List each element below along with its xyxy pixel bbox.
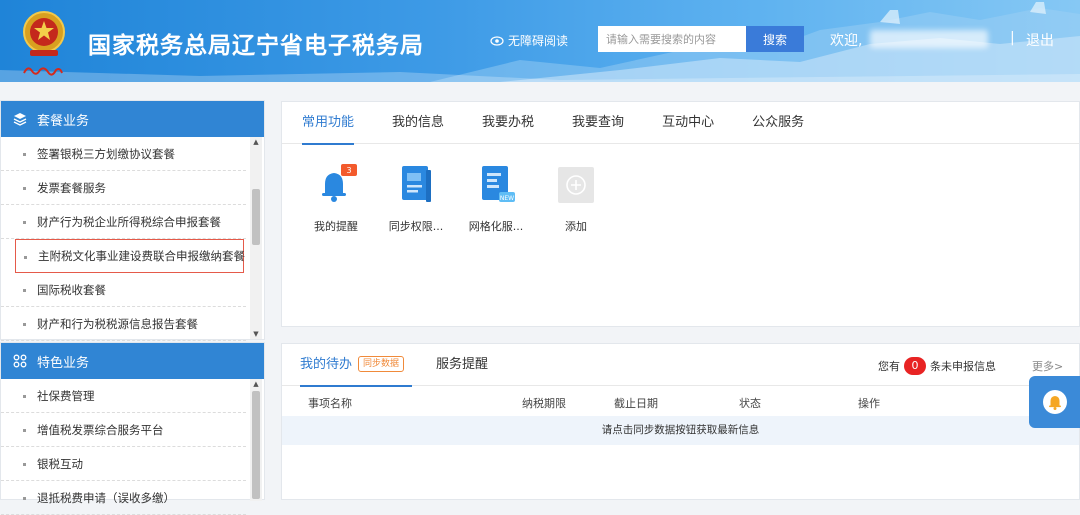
menu-item-tax-refund-offset[interactable]: 退抵税费申请（误收多缴） — [1, 481, 246, 515]
tab-my-info[interactable]: 我的信息 — [392, 102, 463, 144]
special-menu-list: 社保费管理 增值税发票综合服务平台 银税互动 退抵税费申请（误收多缴） — [1, 379, 264, 515]
unreported-suffix: 条未申报信息 — [930, 360, 996, 373]
special-business-header[interactable]: 特色业务 — [1, 343, 264, 379]
menu-item-social-security[interactable]: 社保费管理 — [1, 379, 246, 413]
tab-my-todo-label: 我的待办 — [300, 357, 353, 372]
function-shortcuts: 3 我的提醒 同步权限... NEW 网格化服... 添加 — [296, 162, 616, 234]
logout-link[interactable]: 退出 — [1026, 30, 1054, 50]
unreported-info: 您有 0 条未申报信息 — [878, 357, 996, 375]
todo-table-header: 事项名称 纳税期限 截止日期 状态 操作 — [282, 386, 1079, 416]
shortcut-label: 添加 — [565, 220, 587, 233]
common-functions-panel: 常用功能 我的信息 我要办税 我要查询 互动中心 公众服务 3 我的提醒 同步权… — [281, 101, 1080, 327]
tab-my-todo[interactable]: 我的待办 同步数据 — [300, 344, 413, 387]
search-button[interactable]: 搜索 — [746, 26, 804, 52]
tab-handle-tax[interactable]: 我要办税 — [482, 102, 553, 144]
shortcut-label: 同步权限... — [388, 220, 444, 233]
plus-icon — [558, 167, 594, 203]
grid-service-icon: NEW — [482, 166, 515, 202]
package-business-header[interactable]: 套餐业务 — [1, 101, 264, 137]
todo-panel: 我的待办 同步数据 服务提醒 您有 0 条未申报信息 更多> 事项名称 纳税期限 … — [281, 343, 1080, 500]
shortcut-my-reminder[interactable]: 3 我的提醒 — [296, 162, 376, 234]
tab-common-functions[interactable]: 常用功能 — [302, 102, 373, 145]
menu-item-bank-tax-agreement[interactable]: 签署银税三方划缴协议套餐 — [1, 137, 246, 171]
scroll-up-arrow-icon[interactable]: ▲ — [250, 379, 262, 389]
unreported-count-badge: 0 — [904, 357, 926, 375]
column-header-item-name: 事项名称 — [308, 397, 352, 410]
search-input[interactable] — [598, 26, 746, 52]
more-link[interactable]: 更多> — [1032, 358, 1063, 374]
unreported-prefix: 您有 — [878, 360, 900, 373]
column-header-tax-period: 纳税期限 — [522, 397, 566, 410]
shortcut-sync-permission[interactable]: 同步权限... — [376, 162, 456, 234]
package-scroll-thumb[interactable] — [252, 189, 260, 245]
sidebar: 套餐业务 签署银税三方划缴协议套餐 发票套餐服务 财产行为税企业所得税综合申报套… — [0, 100, 265, 515]
tab-service-reminder[interactable]: 服务提醒 — [436, 344, 488, 386]
menu-item-international-tax[interactable]: 国际税收套餐 — [1, 273, 246, 307]
tab-interaction-center[interactable]: 互动中心 — [662, 102, 733, 144]
document-icon — [402, 166, 431, 202]
reminder-badge-count: 3 — [346, 166, 351, 175]
grid-command-icon — [13, 354, 27, 368]
bell-icon — [1042, 390, 1067, 414]
special-business-title: 特色业务 — [37, 355, 90, 371]
search-bar: 搜索 — [598, 26, 804, 52]
scroll-down-arrow-icon[interactable]: ▼ — [250, 329, 262, 339]
column-header-action: 操作 — [858, 397, 880, 410]
shortcut-add[interactable]: 添加 — [536, 162, 616, 234]
empty-todo-message: 请点击同步数据按钮获取最新信息 — [282, 416, 1079, 445]
package-scrollbar[interactable]: ▲ ▼ — [250, 137, 262, 339]
menu-item-culture-construction-fee[interactable]: 主附税文化事业建设费联合申报缴纳套餐 — [15, 239, 245, 273]
menu-item-property-source-report[interactable]: 财产和行为税税源信息报告套餐 — [1, 307, 246, 341]
menu-item-bank-tax-interaction[interactable]: 银税互动 — [1, 447, 246, 481]
menu-item-vat-invoice-platform[interactable]: 增值税发票综合服务平台 — [1, 413, 246, 447]
tab-query[interactable]: 我要查询 — [572, 102, 643, 144]
package-business-title: 套餐业务 — [37, 113, 90, 129]
special-scrollbar[interactable]: ▲ — [250, 379, 262, 501]
sync-data-button[interactable]: 同步数据 — [358, 356, 405, 372]
eye-icon — [490, 35, 504, 46]
header-separator: | — [1010, 30, 1015, 46]
layers-icon — [13, 113, 27, 126]
menu-item-invoice-package[interactable]: 发票套餐服务 — [1, 171, 246, 205]
column-header-deadline: 截止日期 — [614, 397, 658, 410]
todo-tabs: 我的待办 同步数据 服务提醒 您有 0 条未申报信息 更多> — [282, 344, 1079, 387]
package-menu-list: 签署银税三方划缴协议套餐 发票套餐服务 财产行为税企业所得税综合申报套餐 主附税… — [1, 137, 264, 341]
emblem-signature — [22, 62, 64, 76]
header-banner: 国家税务总局辽宁省电子税务局 无障碍阅读 搜索 欢迎, | 退出 — [0, 0, 1080, 82]
accessible-reading-link[interactable]: 无障碍阅读 — [490, 32, 568, 49]
column-header-status: 状态 — [739, 397, 761, 410]
special-business-panel: 特色业务 社保费管理 增值税发票综合服务平台 银税互动 退抵税费申请（误收多缴）… — [0, 342, 265, 515]
accessible-reading-label: 无障碍阅读 — [508, 34, 569, 48]
package-business-panel: 套餐业务 签署银税三方划缴协议套餐 发票套餐服务 财产行为税企业所得税综合申报套… — [0, 100, 265, 341]
shortcut-label: 网格化服... — [468, 220, 524, 233]
welcome-text: 欢迎, — [830, 33, 863, 49]
site-title: 国家税务总局辽宁省电子税务局 — [88, 33, 424, 59]
floating-reminder-button[interactable] — [1029, 376, 1080, 428]
special-scroll-thumb[interactable] — [252, 391, 260, 499]
tax-emblem-icon — [23, 11, 65, 56]
function-tabs: 常用功能 我的信息 我要办税 我要查询 互动中心 公众服务 — [282, 102, 1079, 145]
tab-public-service[interactable]: 公众服务 — [752, 102, 823, 144]
shortcut-label: 我的提醒 — [314, 220, 358, 233]
scroll-up-arrow-icon[interactable]: ▲ — [250, 137, 262, 147]
bell-icon: 3 — [322, 164, 357, 202]
new-tag: NEW — [500, 195, 514, 202]
username-redacted — [870, 30, 988, 48]
shortcut-grid-service[interactable]: NEW 网格化服... — [456, 162, 536, 234]
menu-item-property-income-tax[interactable]: 财产行为税企业所得税综合申报套餐 — [1, 205, 246, 239]
